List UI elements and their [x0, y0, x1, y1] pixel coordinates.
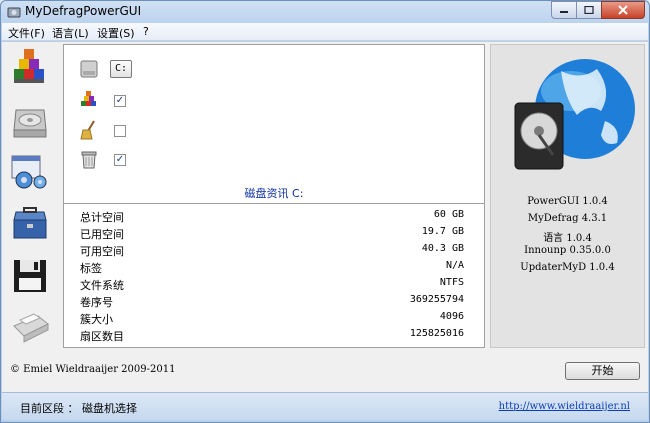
version-line: MyDefrag 4.3.1 [527, 213, 608, 224]
version-line: UpdaterMyD 1.0.4 [520, 262, 615, 273]
client-area: C: ✓ ✓ 磁盘资讯 C: 总计空间 60 GB 已用空间 19.7 GB 可… [2, 42, 648, 392]
drive-icon [80, 60, 98, 78]
status-text: 目前区段 ： 磁盘机选择 [20, 402, 137, 415]
recycle-bin-icon [81, 151, 97, 169]
version-line: PowerGUI 1.0.4 [527, 196, 608, 207]
close-icon [618, 5, 628, 15]
info-label: 扇区数目 [80, 330, 124, 343]
clean-checkbox[interactable] [114, 125, 126, 137]
check-icon: ✓ [115, 95, 125, 106]
toolbox-icon[interactable] [10, 204, 50, 244]
globe-disk-logo [514, 59, 635, 170]
main-window: MyDefragPowerGUI 文件(F) 语言(L) 设置(S) ? C: … [0, 0, 650, 423]
info-row: 扇区数目 125825016 [80, 328, 464, 345]
website-link[interactable]: http://www.wieldraaijer.nl [499, 401, 630, 412]
menu-help[interactable]: ? [143, 25, 149, 38]
info-label: 卷序号 [80, 296, 113, 309]
drive-select-button[interactable]: C: [110, 60, 132, 78]
info-row: 文件系统 NTFS [80, 277, 464, 294]
recycle-checkbox[interactable]: ✓ [114, 154, 126, 166]
minimize-button[interactable] [551, 1, 577, 19]
info-value: 125825016 [409, 328, 464, 339]
info-value: 369255794 [409, 294, 464, 305]
options-panel: C: ✓ ✓ 磁盘资讯 C: 总计空间 60 GB 已用空间 19.7 GB 可… [63, 44, 485, 348]
broom-icon [80, 120, 95, 140]
status-bar: 目前区段 ： 磁盘机选择 http://www.wieldraaijer.nl [2, 392, 648, 420]
info-row: 总计空间 60 GB [80, 209, 464, 226]
info-label: 总计空间 [80, 211, 124, 224]
info-label: 标签 [80, 262, 102, 275]
defrag-option-icon [81, 91, 96, 106]
copyright-text: © Emiel Wieldraaijer 2009-2011 [10, 364, 176, 375]
info-value: 60 GB [433, 209, 464, 220]
info-label: 簇大小 [80, 313, 113, 326]
defrag-checkbox[interactable]: ✓ [114, 95, 126, 107]
info-label: 文件系统 [80, 279, 124, 292]
info-value: 40.3 GB [421, 243, 464, 254]
app-icon [7, 7, 21, 18]
defrag-blocks-icon[interactable] [10, 47, 50, 87]
menu-language[interactable]: 语言(L) [52, 25, 89, 41]
info-value: 4096 [439, 311, 464, 322]
window-title: MyDefragPowerGUI [25, 4, 142, 18]
info-value: NTFS [439, 277, 464, 288]
info-row: 已用空间 19.7 GB [80, 226, 464, 243]
close-button[interactable] [601, 1, 645, 19]
info-row: 标签 N/A [80, 260, 464, 277]
settings-gears-icon[interactable] [10, 152, 50, 192]
menu-file[interactable]: 文件(F) [8, 25, 45, 41]
panel-divider [64, 203, 484, 204]
minimize-icon [560, 11, 568, 13]
maximize-icon [584, 6, 594, 14]
title-bar[interactable]: MyDefragPowerGUI [1, 1, 649, 23]
disk-info-title: 磁盘资讯 C: [244, 187, 304, 200]
floppy-save-icon[interactable] [10, 256, 50, 296]
version-line: 语言 1.0.4 [543, 233, 592, 244]
menu-settings[interactable]: 设置(S) [97, 25, 135, 41]
menu-bar: 文件(F) 语言(L) 设置(S) ? [2, 23, 648, 41]
info-row: 簇大小 4096 [80, 311, 464, 328]
version-line: Innounp 0.35.0.0 [524, 245, 611, 256]
info-label: 可用空间 [80, 245, 124, 258]
printer-icon[interactable] [10, 306, 50, 346]
info-label: 已用空间 [80, 228, 124, 241]
check-icon: ✓ [115, 154, 125, 165]
about-panel: PowerGUI 1.0.4 MyDefrag 4.3.1 语言 1.0.4 I… [490, 44, 645, 348]
info-row: 可用空间 40.3 GB [80, 243, 464, 260]
info-row: 卷序号 369255794 [80, 294, 464, 311]
start-button[interactable]: 开始 [565, 362, 640, 380]
info-value: N/A [445, 260, 464, 271]
info-value: 19.7 GB [421, 226, 464, 237]
maximize-button[interactable] [576, 1, 602, 19]
hard-disk-icon[interactable] [10, 100, 50, 140]
